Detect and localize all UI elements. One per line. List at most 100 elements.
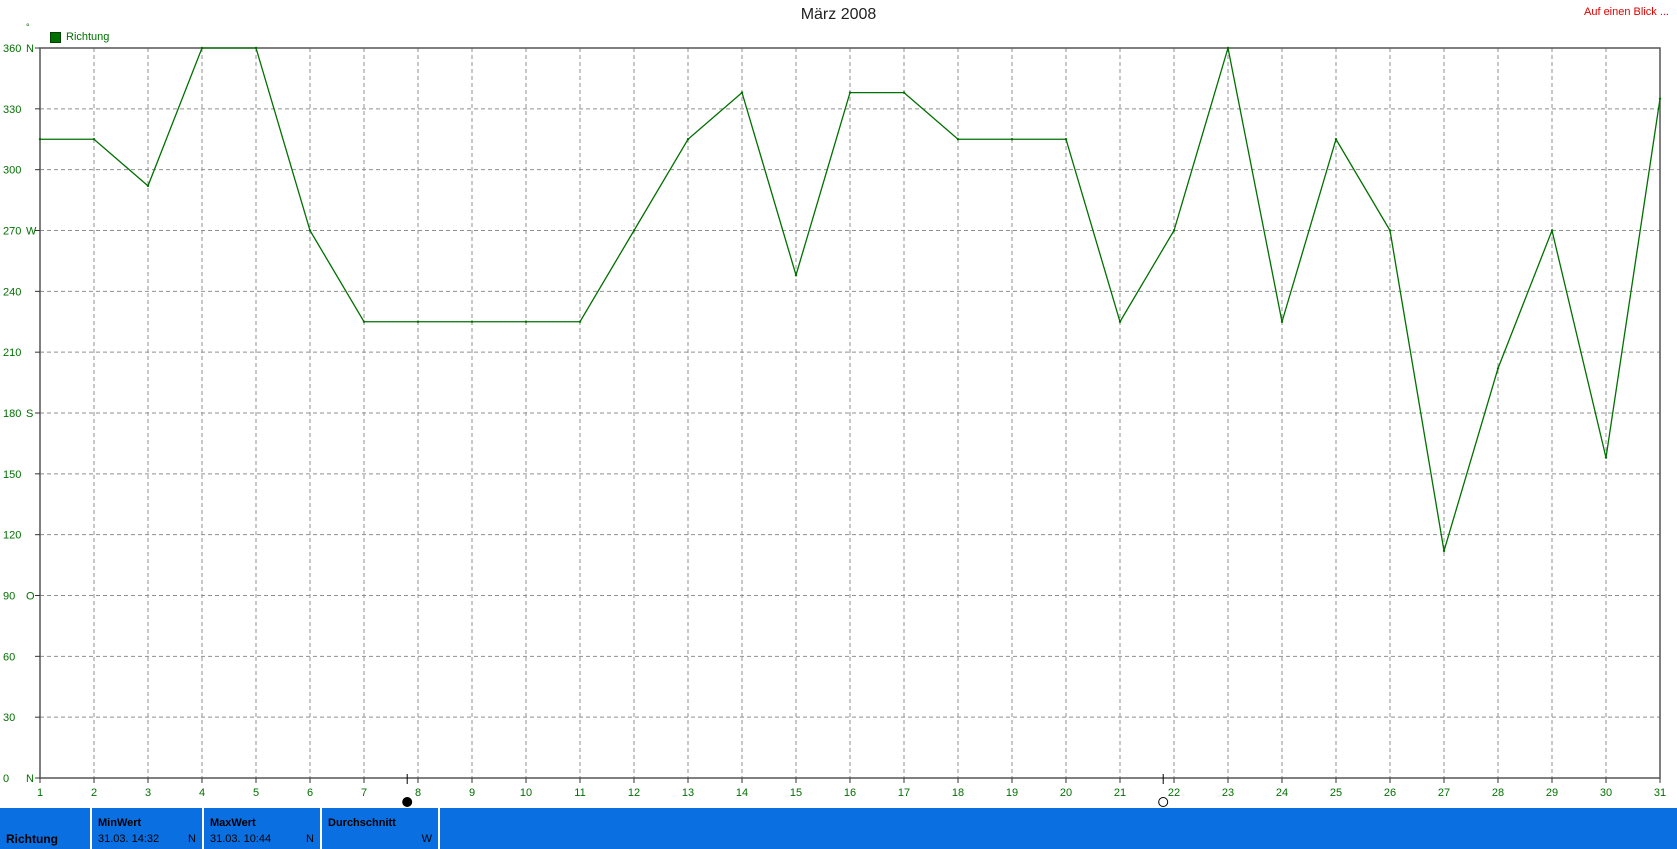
data-point xyxy=(686,138,690,141)
wind-direction-chart: ° 0 N306090 O120150180 S210240270 W300330360… xyxy=(3,22,1666,807)
x-tick-label: 15 xyxy=(790,787,802,799)
data-point xyxy=(200,46,204,50)
x-tick-label: 17 xyxy=(898,787,910,799)
y-tick-label: 300 xyxy=(3,165,21,177)
data-point xyxy=(740,91,744,94)
y-tick-label: 270 xyxy=(3,226,21,238)
summary-bar: Richtung MinWert 31.03. 14:32 N MaxWert … xyxy=(0,808,1677,849)
y-tick-direction: W xyxy=(26,226,37,238)
data-point xyxy=(1280,320,1284,323)
y-tick-direction: N xyxy=(26,773,34,785)
data-point xyxy=(956,138,960,141)
legend-swatch xyxy=(50,31,61,43)
x-tick-label: 3 xyxy=(145,787,151,799)
x-tick-label: 1 xyxy=(37,787,43,799)
summary-avg-cell: Durchschnitt W xyxy=(322,808,440,849)
x-tick-label: 19 xyxy=(1006,787,1018,799)
x-tick-label: 30 xyxy=(1600,787,1612,799)
x-tick-label: 28 xyxy=(1492,787,1504,799)
x-tick-label: 12 xyxy=(628,787,640,799)
data-point xyxy=(524,320,528,323)
page-title: März 2008 xyxy=(800,6,877,23)
data-point xyxy=(416,320,420,323)
data-point xyxy=(1334,138,1338,141)
x-tick-label: 18 xyxy=(952,787,964,799)
summary-avg-label: Durchschnitt xyxy=(328,817,396,829)
data-point xyxy=(848,91,852,94)
x-tick-label: 4 xyxy=(199,787,205,799)
summary-max-cell: MaxWert 31.03. 10:44 N xyxy=(204,808,322,849)
data-point xyxy=(1442,549,1446,553)
x-tick-label: 24 xyxy=(1276,787,1288,799)
data-point xyxy=(470,320,474,323)
x-tick-label: 6 xyxy=(307,787,313,799)
x-tick-label: 5 xyxy=(253,787,259,799)
x-tick-label: 25 xyxy=(1330,787,1342,799)
y-tick-label: 210 xyxy=(3,347,21,359)
data-point xyxy=(1550,229,1554,232)
data-point xyxy=(38,138,42,141)
y-tick-label: 120 xyxy=(3,530,21,542)
data-point xyxy=(1658,97,1662,100)
data-point xyxy=(1388,229,1392,232)
summary-max-value: 31.03. 10:44 xyxy=(210,833,272,845)
summary-min-value: 31.03. 14:32 xyxy=(98,833,160,845)
x-tick-label: 16 xyxy=(844,787,856,799)
data-point xyxy=(146,184,150,188)
summary-avg-dir: W xyxy=(421,833,432,845)
x-tick-label: 11 xyxy=(574,787,585,799)
y-tick-direction: S xyxy=(26,408,33,420)
summary-min-label: MinWert xyxy=(98,817,142,829)
x-tick-label: 20 xyxy=(1060,787,1072,799)
summary-name-cell: Richtung xyxy=(0,808,92,849)
y-tick-direction: N xyxy=(26,43,34,55)
x-tick-label: 31 xyxy=(1654,787,1666,799)
x-tick-label: 8 xyxy=(415,787,421,799)
data-point xyxy=(794,273,798,277)
y-axis-ticks: 0 N 30 60 90 O 120 150 180 S 210 240 270 W 300 330 360 N xyxy=(3,43,40,785)
x-tick-label: 29 xyxy=(1546,787,1558,799)
overview-link[interactable]: Auf einen Blick ... xyxy=(1584,6,1669,18)
data-point xyxy=(1226,46,1230,50)
chart-axes: ° xyxy=(26,22,1661,779)
data-point xyxy=(1064,138,1068,141)
data-point xyxy=(1604,456,1608,459)
x-tick-label: 27 xyxy=(1438,787,1450,799)
x-axis-ticks: 1 2 3 4 5 6 7 8 9 10 11 12 13 14 15 16 17 18 19 20 21 22 23 24 2… xyxy=(37,778,1666,799)
y-tick-label: 60 xyxy=(3,651,15,663)
summary-min-cell: MinWert 31.03. 14:32 N xyxy=(92,808,204,849)
y-tick-label: 90 xyxy=(3,591,15,603)
data-point xyxy=(902,91,906,94)
x-tick-label: 23 xyxy=(1222,787,1234,799)
moon-markers xyxy=(402,774,1169,807)
x-tick-label: 26 xyxy=(1384,787,1396,799)
data-point xyxy=(578,320,582,323)
data-point xyxy=(1118,320,1122,323)
data-point xyxy=(308,229,312,232)
y-tick-label: 240 xyxy=(3,286,21,298)
summary-max-label: MaxWert xyxy=(210,817,256,829)
y-tick-label: 150 xyxy=(3,469,21,481)
x-tick-label: 13 xyxy=(682,787,694,799)
chart-grid xyxy=(40,48,1660,778)
x-tick-label: 7 xyxy=(361,787,367,799)
data-point xyxy=(1010,138,1014,141)
summary-name: Richtung xyxy=(6,832,58,846)
x-tick-label: 14 xyxy=(736,787,748,799)
y-tick-label: 30 xyxy=(3,712,15,724)
x-tick-label: 10 xyxy=(520,787,532,799)
y-tick-label: 360 xyxy=(3,43,21,55)
y-tick-label: 180 xyxy=(3,408,21,420)
y-tick-label: 330 xyxy=(3,104,21,116)
summary-min-dir: N xyxy=(188,833,196,845)
data-point xyxy=(1172,229,1176,232)
y-tick-direction: O xyxy=(26,591,35,603)
data-point xyxy=(254,46,258,50)
x-tick-label: 2 xyxy=(91,787,97,799)
data-point xyxy=(1496,367,1500,370)
y-tick-label: 0 xyxy=(3,773,9,785)
new-moon-icon xyxy=(1158,797,1169,807)
data-point xyxy=(92,138,96,141)
legend-label: Richtung xyxy=(66,31,110,43)
x-tick-label: 21 xyxy=(1114,787,1126,799)
